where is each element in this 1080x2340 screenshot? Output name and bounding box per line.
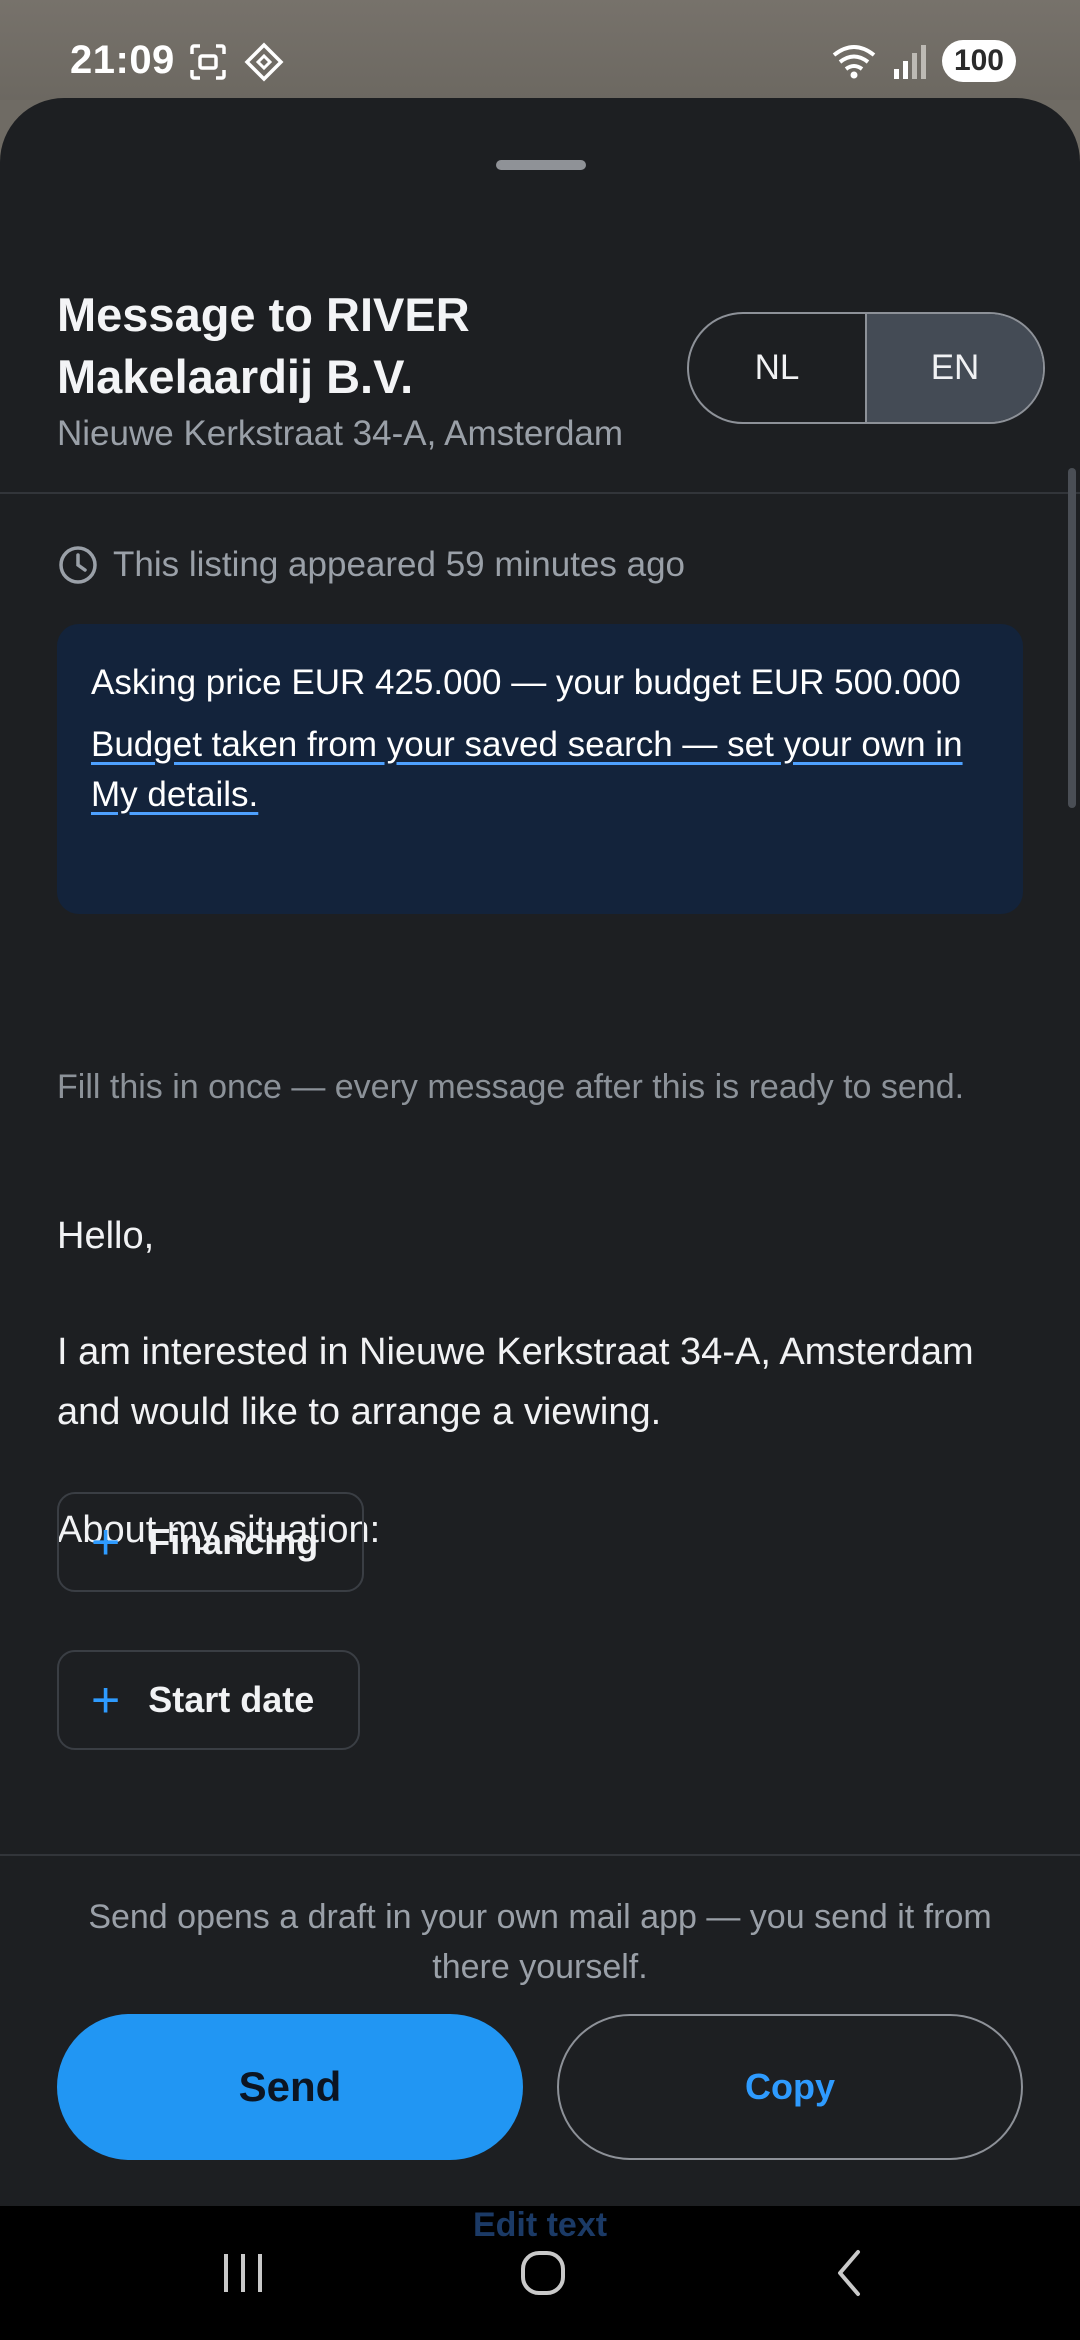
screenshot-icon [190,44,226,80]
send-button[interactable]: Send [57,2014,523,2160]
copy-button[interactable]: Copy [557,2014,1023,2160]
message-greeting: Hello, [57,1215,155,1257]
language-option-nl[interactable]: NL [689,314,867,422]
status-icons-left [188,42,284,82]
budget-settings-link[interactable]: Budget taken from your saved search — se… [91,720,989,820]
send-info-note: Send opens a draft in your own mail app … [88,1898,992,1986]
sheet-footer: Send opens a draft in your own mail app … [0,1854,1080,2206]
clock-icon [59,546,97,584]
add-start-date-chip[interactable]: + Start date [57,1650,361,1750]
plus-icon: + [91,1672,121,1728]
battery-indicator: 100 [941,40,1016,82]
header-divider [0,492,1080,494]
back-icon[interactable] [826,2248,876,2298]
plus-icon: + [91,1514,121,1570]
sheet-title: Message to RIVER Makelaardij B.V. [57,288,470,403]
message-body: I am interested in Nieuwe Kerkstraat 34-… [57,1331,974,1433]
listing-age-text: This listing appeared 59 minutes ago [113,545,686,584]
listing-address: Nieuwe Kerkstraat 34-A, Amsterdam [57,414,624,453]
language-option-en[interactable]: EN [867,314,1043,422]
status-bar: 21:09 100 [0,0,1080,100]
language-toggle[interactable]: NL EN [687,312,1045,424]
chip-label-financing: Financing [148,1521,319,1562]
scrollbar[interactable] [1068,468,1076,808]
listing-age: This listing appeared 59 minutes ago [57,544,685,586]
sheet-drag-handle[interactable] [496,160,586,170]
status-icons-right: 100 [830,40,1016,82]
nfc-diamond-icon [244,42,284,82]
chip-label-start-date: Start date [148,1679,315,1720]
edit-text-button[interactable]: Edit text [0,2206,1080,2245]
fill-once-hint: Fill this in once — every message after … [57,1068,965,1106]
add-financing-chip[interactable]: + Financing [57,1492,365,1592]
price-budget-text: Asking price EUR 425.000 — your budget E… [91,663,961,702]
status-time: 21:09 [70,38,175,82]
recent-apps-icon[interactable] [218,2248,268,2298]
home-icon[interactable] [518,2248,568,2298]
wifi-icon [832,45,876,79]
price-budget-card: Asking price EUR 425.000 — your budget E… [57,624,1023,914]
signal-icon [893,45,926,79]
